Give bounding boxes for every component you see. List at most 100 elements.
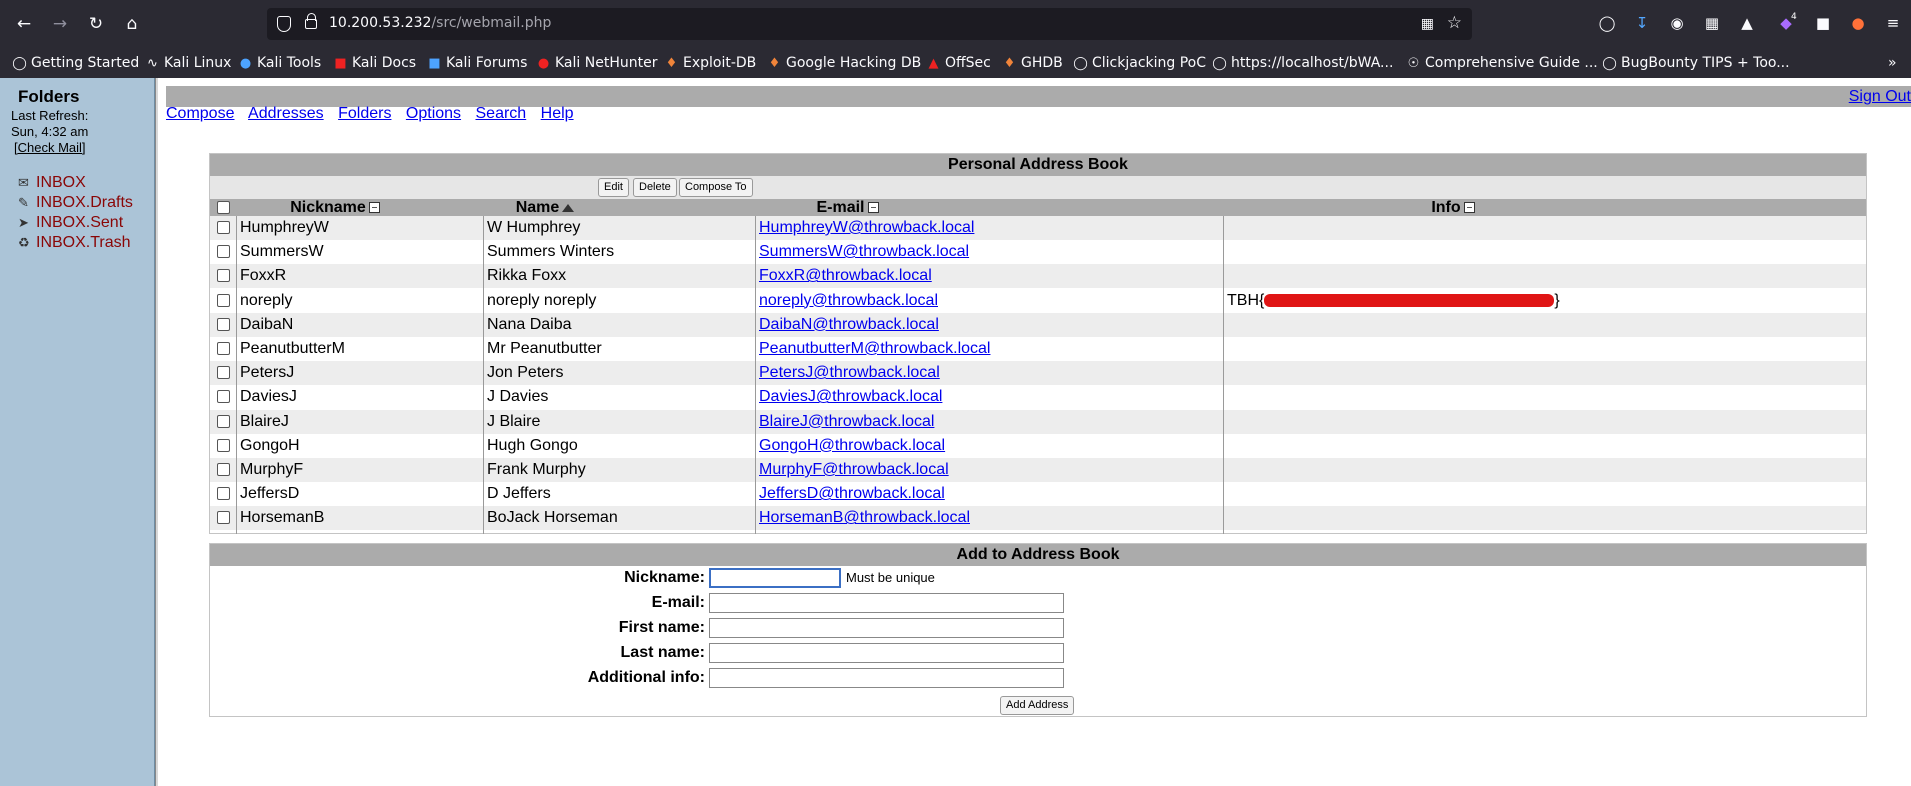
globe-icon: ◯ (1073, 56, 1088, 71)
compose-to-button[interactable]: Compose To (679, 178, 753, 197)
nickname-input[interactable] (709, 568, 841, 588)
profile-icon[interactable]: ◉ (1666, 12, 1688, 34)
column-email[interactable]: E-mail (657, 199, 1038, 216)
email-link[interactable]: HorsemanB@throwback.local (759, 509, 970, 526)
cell-email: HumphreyW@throwback.local (759, 216, 1219, 240)
downloads-icon[interactable]: ↧ (1631, 12, 1653, 34)
lock-icon[interactable] (305, 13, 317, 29)
row-checkbox[interactable] (217, 317, 230, 331)
folder-inbox-trash[interactable]: ♻ INBOX.Trash (18, 234, 131, 252)
nickname-unique-hint: Must be unique (846, 570, 935, 585)
edit-button[interactable]: Edit (598, 178, 629, 197)
home-icon[interactable]: ⌂ (120, 12, 144, 36)
bookmark-kali-linux[interactable]: ∿ Kali Linux (145, 48, 231, 78)
email-link[interactable]: SummersW@throwback.local (759, 243, 969, 260)
row-checkbox[interactable] (217, 511, 230, 525)
shield-icon[interactable] (277, 16, 291, 32)
email-input[interactable] (709, 593, 1064, 613)
email-link[interactable]: GongoH@throwback.local (759, 437, 945, 454)
folder-inbox[interactable]: ✉ INBOX (18, 174, 86, 192)
bookmark-comprehensive-guide[interactable]: ☉ Comprehensive Guide ... (1406, 48, 1598, 78)
bookmark-star-icon[interactable]: ☆ (1447, 13, 1462, 33)
info-text-end: } (1554, 291, 1560, 309)
table-row: JeffersD D Jeffers JeffersD@throwback.loca… (210, 482, 1866, 507)
bookmarks-overflow-chevron-icon[interactable]: » (1888, 48, 1897, 78)
pocket-icon[interactable]: ◯ (1596, 12, 1618, 34)
email-link[interactable]: MurphyF@throwback.local (759, 461, 949, 478)
menu-addresses[interactable]: Addresses (248, 105, 324, 122)
email-link[interactable]: JeffersD@throwback.local (759, 485, 945, 502)
delete-button[interactable]: Delete (633, 178, 677, 197)
first-name-input[interactable] (709, 618, 1064, 638)
bookmark-exploit-db[interactable]: ♦ Exploit-DB (664, 48, 757, 78)
check-mail-link[interactable]: [Check Mail] (14, 140, 86, 155)
bookmark-kali-docs[interactable]: ■ Kali Docs (333, 48, 416, 78)
row-checkbox[interactable] (217, 390, 230, 404)
bookmark-kali-tools[interactable]: ● Kali Tools (238, 48, 321, 78)
cell-name: BoJack Horseman (487, 509, 618, 527)
menu-help[interactable]: Help (541, 105, 574, 122)
bookmark-kali-forums[interactable]: ■ Kali Forums (427, 48, 527, 78)
row-checkbox[interactable] (217, 366, 230, 380)
column-info[interactable]: Info (1040, 199, 1866, 216)
row-checkbox[interactable] (217, 414, 230, 428)
row-checkbox[interactable] (217, 221, 230, 234)
email-link[interactable]: DaibaN@throwback.local (759, 316, 939, 333)
email-link[interactable]: DaviesJ@throwback.local (759, 388, 942, 405)
row-checkbox[interactable] (217, 269, 230, 283)
qr-code-icon[interactable]: ▦ (1421, 16, 1434, 32)
row-checkbox[interactable] (217, 342, 230, 355)
row-checkbox[interactable] (217, 245, 230, 259)
menu-compose[interactable]: Compose (166, 105, 234, 122)
bookmark-clickjacking-poc[interactable]: ◯ Clickjacking PoC (1073, 48, 1206, 78)
bookmarks-bar: ◯ Getting Started ∿ Kali Linux ● Kali Tools… (0, 48, 1911, 78)
row-checkbox[interactable] (217, 438, 230, 452)
folder-inbox-drafts[interactable]: ✎ INBOX.Drafts (18, 194, 133, 212)
bookmark-offsec[interactable]: ▲ OffSec (926, 48, 991, 78)
forward-arrow-icon[interactable]: → (48, 12, 72, 36)
row-checkbox[interactable] (217, 487, 230, 501)
back-arrow-icon[interactable]: ← (12, 12, 36, 36)
row-checkbox[interactable] (217, 293, 230, 307)
bookmark-kali-nethunter[interactable]: ● Kali NetHunter (536, 48, 658, 78)
cell-email: SummersW@throwback.local (759, 240, 1219, 264)
menu-options[interactable]: Options (406, 105, 461, 122)
menu-hamburger-icon[interactable]: ≡ (1882, 12, 1904, 34)
cell-email: noreply@throwback.local (759, 289, 1219, 313)
container-extension-icon[interactable]: ■ (1812, 12, 1834, 34)
email-link[interactable]: PetersJ@throwback.local (759, 364, 940, 381)
extension-badge-icon[interactable]: ◆ 4 (1775, 12, 1797, 34)
reload-icon[interactable]: ↻ (84, 12, 108, 36)
email-link[interactable]: BlaireJ@throwback.local (759, 413, 934, 430)
sort-icon[interactable] (368, 202, 380, 214)
sign-out-link[interactable]: Sign Out (1849, 88, 1911, 106)
column-name[interactable]: Name (435, 199, 655, 216)
column-nickname[interactable]: Nickname (237, 199, 433, 216)
foxyproxy-icon[interactable]: ● (1847, 12, 1869, 34)
sort-ascending-icon[interactable] (562, 203, 575, 212)
sort-icon[interactable] (1463, 202, 1475, 214)
select-all-checkbox[interactable] (217, 201, 230, 214)
cell-email: FoxxR@throwback.local (759, 264, 1219, 288)
bookmark-localhost-bwapp[interactable]: ◯ https://localhost/bWA... (1212, 48, 1393, 78)
hat-extension-icon[interactable]: ▲ (1736, 12, 1758, 34)
folders-title: Folders (18, 87, 80, 106)
folder-inbox-sent[interactable]: ➤ INBOX.Sent (18, 214, 123, 232)
address-bar[interactable]: 10.200.53.232/src/webmail.php ▦ ☆ (267, 8, 1472, 40)
menu-folders[interactable]: Folders (338, 105, 391, 122)
email-link[interactable]: FoxxR@throwback.local (759, 267, 932, 284)
add-address-button[interactable]: Add Address (1000, 696, 1075, 715)
email-link[interactable]: PeanutbutterM@throwback.local (759, 340, 990, 357)
menu-search[interactable]: Search (476, 105, 527, 122)
additional-info-input[interactable] (709, 668, 1064, 688)
last-name-input[interactable] (709, 643, 1064, 663)
bookmark-ghdb[interactable]: ♦ GHDB (1002, 48, 1063, 78)
bookmark-google-hacking-db[interactable]: ♦ Google Hacking DB (767, 48, 922, 78)
bookmark-getting-started[interactable]: ◯ Getting Started (12, 48, 139, 78)
email-link[interactable]: noreply@throwback.local (759, 292, 938, 309)
bookmark-bugbounty-tips[interactable]: ◯ BugBounty TIPS + Too... (1602, 48, 1789, 78)
email-link[interactable]: HumphreyW@throwback.local (759, 219, 974, 236)
row-checkbox[interactable] (217, 463, 230, 476)
sort-icon[interactable] (867, 202, 879, 214)
extensions-grid-icon[interactable]: ▦ (1701, 12, 1723, 34)
